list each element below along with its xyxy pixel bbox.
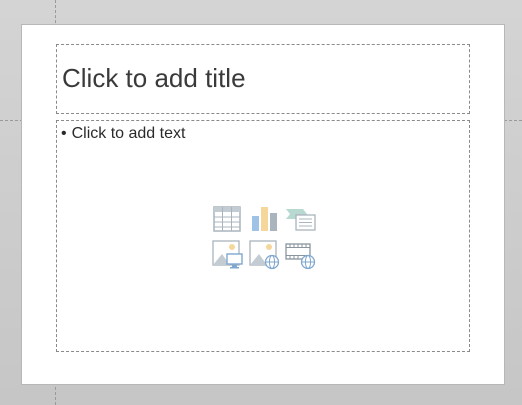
insert-chart-icon[interactable] (249, 204, 281, 234)
content-insert-icons (212, 204, 320, 270)
content-placeholder-text-line: • Click to add text (61, 124, 185, 144)
title-placeholder[interactable]: Click to add title (56, 44, 470, 114)
insert-smartart-icon[interactable] (285, 204, 317, 234)
content-placeholder-text: Click to add text (71, 125, 186, 142)
content-placeholder[interactable]: • Click to add text (56, 120, 470, 352)
insert-table-icon[interactable] (212, 204, 244, 234)
insert-picture-icon[interactable] (212, 240, 244, 270)
bullet-glyph: • (61, 125, 67, 142)
title-placeholder-text: Click to add title (62, 63, 246, 93)
insert-video-icon[interactable] (285, 240, 317, 270)
slide-canvas[interactable]: Click to add title • Click to add text (22, 25, 504, 384)
insert-online-picture-icon[interactable] (249, 240, 281, 270)
